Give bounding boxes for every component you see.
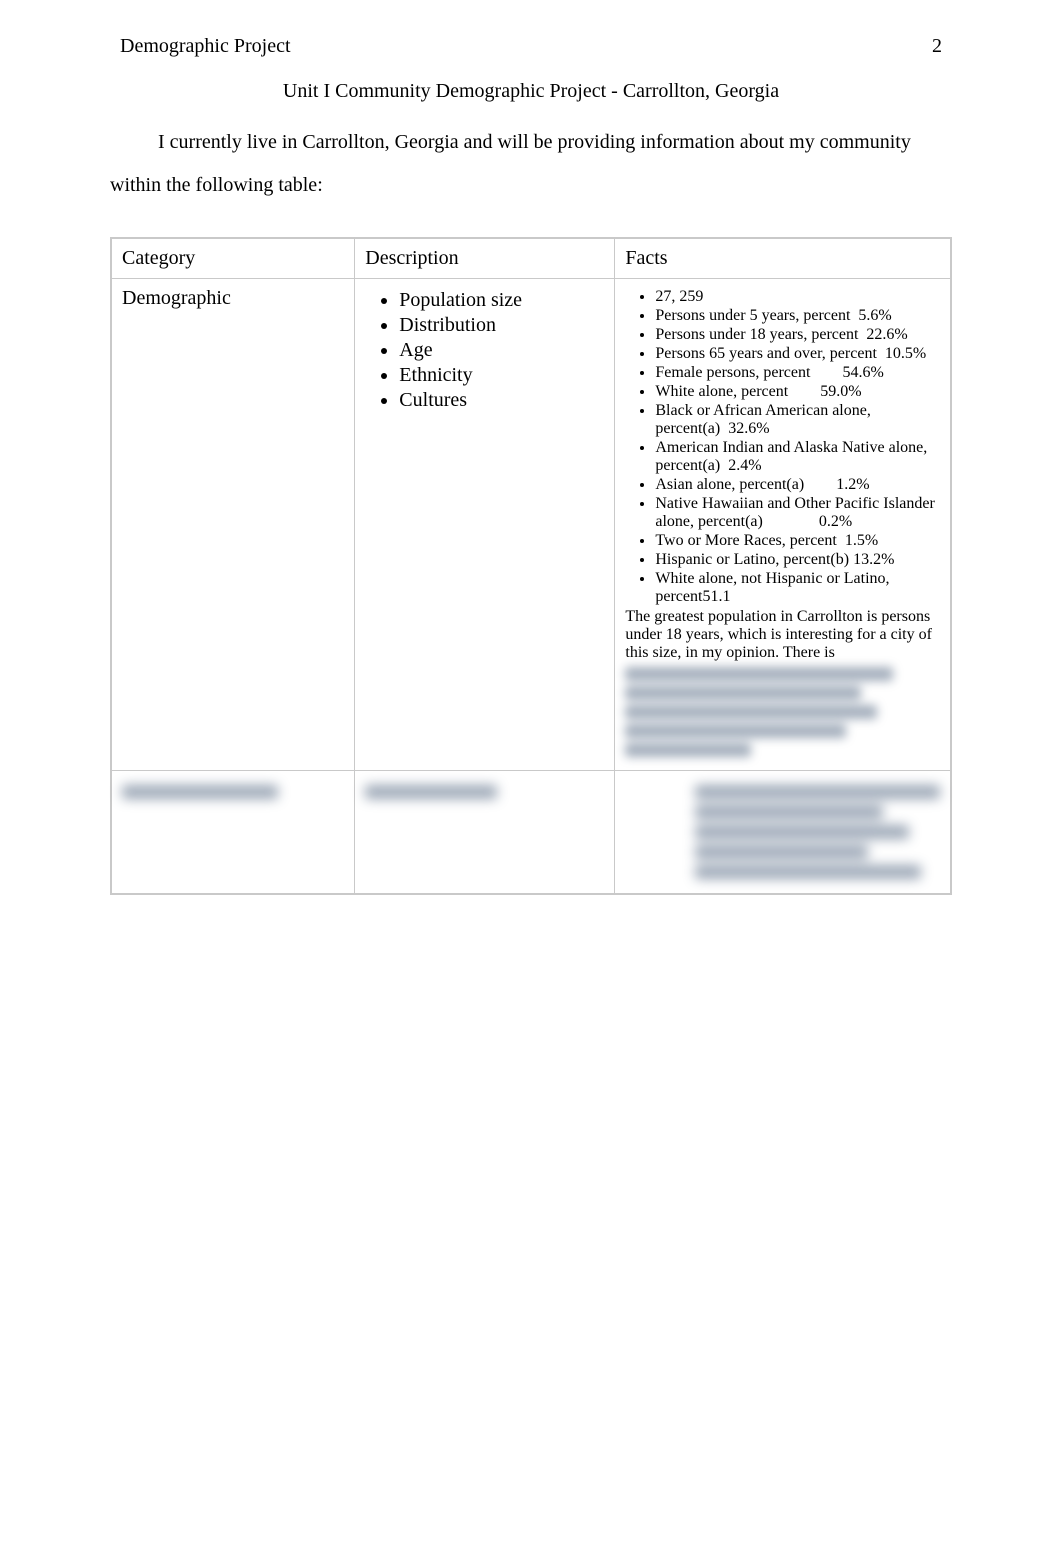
preview-blur-cell bbox=[355, 771, 615, 894]
preview-blur-cell bbox=[615, 771, 951, 894]
list-item: Age bbox=[399, 339, 604, 362]
list-item: Two or More Races, percent 1.5% bbox=[655, 532, 940, 550]
list-item: White alone, percent 59.0% bbox=[655, 383, 940, 401]
table-header-row: Category Description Facts bbox=[112, 239, 951, 279]
fact-value: 32.6% bbox=[728, 420, 769, 437]
fact-label: Persons under 18 years, percent bbox=[655, 326, 858, 343]
fact-value: 10.5% bbox=[885, 345, 926, 362]
table-header-description: Description bbox=[355, 239, 615, 279]
fact-value: 51.1 bbox=[702, 588, 730, 605]
list-item: Female persons, percent 54.6% bbox=[655, 364, 940, 382]
fact-value: 22.6% bbox=[866, 326, 907, 343]
facts-list: 27, 259 Persons under 5 years, percent 5… bbox=[625, 288, 940, 606]
document-title: Unit I Community Demographic Project - C… bbox=[110, 80, 952, 103]
list-item: Black or African American alone, percent… bbox=[655, 402, 940, 438]
intro-paragraph: I currently live in Carrollton, Georgia … bbox=[110, 121, 952, 207]
preview-blur-tail bbox=[625, 667, 940, 757]
description-cell: Population size Distribution Age Ethnici… bbox=[355, 279, 615, 771]
list-item: Population size bbox=[399, 289, 604, 312]
list-item: Asian alone, percent(a) 1.2% bbox=[655, 476, 940, 494]
list-item: 27, 259 bbox=[655, 288, 940, 306]
fact-label: White alone, not Hispanic or Latino, per… bbox=[655, 570, 889, 605]
fact-label: Two or More Races, percent bbox=[655, 532, 836, 549]
fact-label: Female persons, percent bbox=[655, 364, 810, 381]
running-title: Demographic Project bbox=[120, 35, 291, 58]
facts-note: The greatest population in Carrollton is… bbox=[625, 608, 940, 662]
list-item: White alone, not Hispanic or Latino, per… bbox=[655, 570, 940, 606]
list-item: Ethnicity bbox=[399, 364, 604, 387]
list-item: Cultures bbox=[399, 389, 604, 412]
fact-value: 59.0% bbox=[820, 383, 861, 400]
fact-value: 0.2% bbox=[819, 513, 852, 530]
facts-cell: 27, 259 Persons under 5 years, percent 5… bbox=[615, 279, 951, 771]
table-row: Demographic Population size Distribution… bbox=[112, 279, 951, 771]
fact-value: 13.2% bbox=[853, 551, 894, 568]
list-item: Persons 65 years and over, percent 10.5% bbox=[655, 345, 940, 363]
fact-label: Hispanic or Latino, percent(b) bbox=[655, 551, 849, 568]
preview-blur-lines bbox=[365, 785, 604, 799]
fact-value: 1.5% bbox=[845, 532, 878, 549]
fact-label: White alone, percent bbox=[655, 383, 788, 400]
running-header: Demographic Project 2 bbox=[110, 35, 952, 58]
fact-value: 2.4% bbox=[728, 457, 761, 474]
page-root: Demographic Project 2 Unit I Community D… bbox=[0, 0, 1062, 1561]
category-cell: Demographic bbox=[112, 279, 355, 771]
fact-label: Persons 65 years and over, percent bbox=[655, 345, 877, 362]
table-header-facts: Facts bbox=[615, 239, 951, 279]
fact-value: 1.2% bbox=[836, 476, 869, 493]
list-item: Hispanic or Latino, percent(b) 13.2% bbox=[655, 551, 940, 569]
fact-value: 54.6% bbox=[842, 364, 883, 381]
list-item: Distribution bbox=[399, 314, 604, 337]
list-item: Persons under 18 years, percent 22.6% bbox=[655, 326, 940, 344]
preview-blur-lines bbox=[625, 785, 940, 879]
fact-label: Native Hawaiian and Other Pacific Island… bbox=[655, 495, 934, 530]
list-item: Persons under 5 years, percent 5.6% bbox=[655, 307, 940, 325]
preview-blur-lines bbox=[122, 785, 344, 799]
list-item: American Indian and Alaska Native alone,… bbox=[655, 439, 940, 475]
fact-value: 5.6% bbox=[858, 307, 891, 324]
description-list: Population size Distribution Age Ethnici… bbox=[365, 289, 604, 412]
page-number: 2 bbox=[932, 35, 942, 58]
table-header-category: Category bbox=[112, 239, 355, 279]
fact-label: Persons under 5 years, percent bbox=[655, 307, 850, 324]
table-row-preview-blur bbox=[112, 771, 951, 894]
preview-blur-cell bbox=[112, 771, 355, 894]
fact-label: American Indian and Alaska Native alone,… bbox=[655, 439, 927, 474]
fact-label: Asian alone, percent(a) bbox=[655, 476, 804, 493]
list-item: Native Hawaiian and Other Pacific Island… bbox=[655, 495, 940, 531]
demographic-table: Category Description Facts Demographic P… bbox=[110, 237, 952, 895]
